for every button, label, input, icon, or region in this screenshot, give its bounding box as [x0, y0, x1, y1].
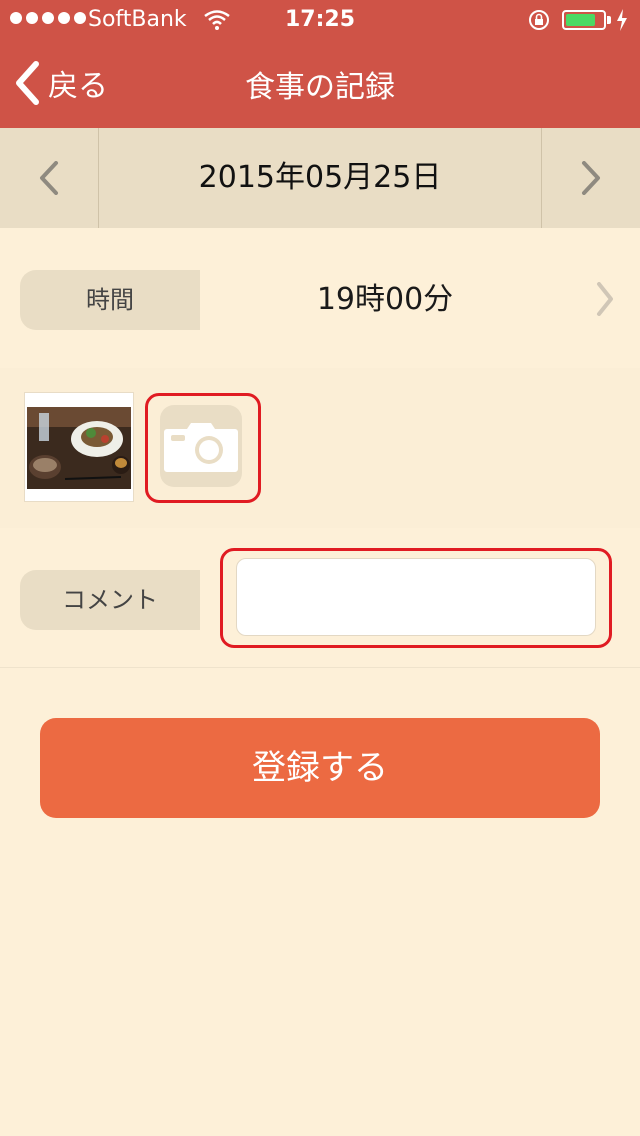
meal-photo-thumbnail[interactable] — [24, 392, 134, 502]
next-day-button[interactable] — [542, 128, 640, 228]
status-bar: SoftBank 17:25 — [0, 0, 640, 40]
camera-icon — [164, 423, 238, 472]
charging-icon — [617, 9, 627, 31]
meal-photo-image — [27, 407, 131, 489]
divider — [98, 128, 99, 228]
time-label: 時間 — [20, 270, 200, 330]
add-photo-button[interactable] — [160, 405, 242, 487]
previous-day-button[interactable] — [0, 128, 98, 228]
comment-label: コメント — [20, 570, 200, 630]
register-button[interactable]: 登録する — [40, 718, 600, 818]
time-value[interactable]: 19時00分 — [200, 270, 570, 330]
battery-nub — [607, 16, 611, 24]
battery-level — [566, 14, 595, 26]
comment-input[interactable] — [236, 558, 596, 636]
rotation-lock-icon — [529, 10, 549, 30]
current-date: 2015年05月25日 — [198, 160, 442, 195]
chevron-right-icon — [582, 161, 600, 195]
page-title: 食事の記録 — [245, 70, 395, 105]
battery-icon — [562, 10, 606, 30]
chevron-right-icon — [597, 282, 613, 316]
chevron-left-icon — [40, 161, 58, 195]
